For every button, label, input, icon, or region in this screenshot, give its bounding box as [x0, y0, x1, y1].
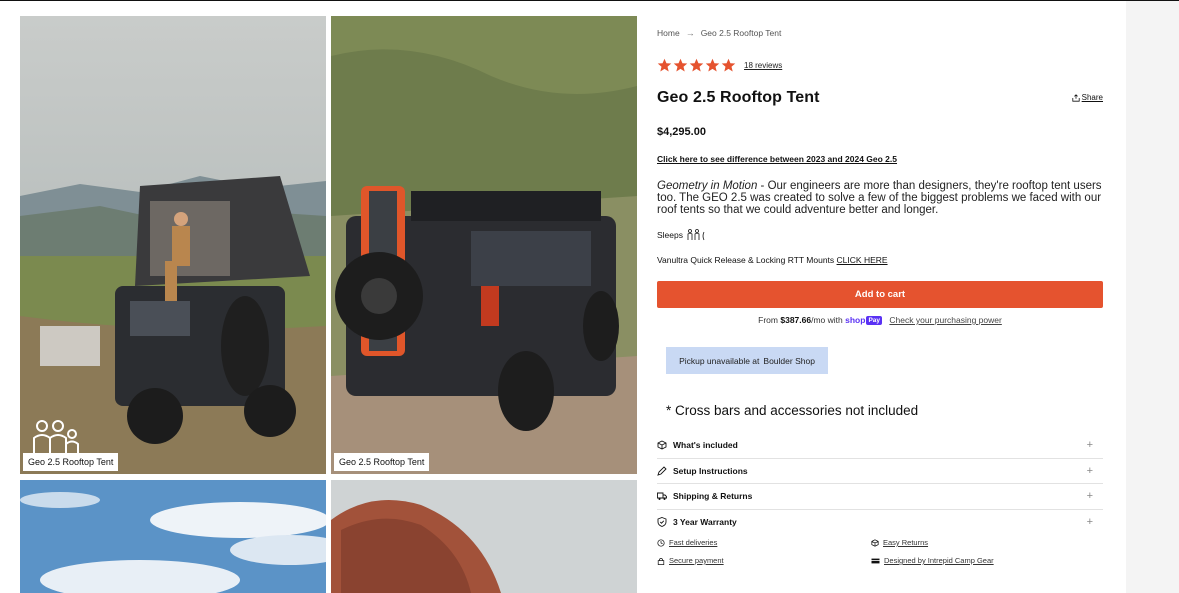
feature-label: Fast deliveries — [669, 538, 718, 547]
feature-easy-returns[interactable]: Easy Returns — [871, 538, 928, 547]
star-rating — [657, 58, 736, 73]
suv-rear-photo — [331, 16, 637, 474]
sky-photo — [20, 480, 326, 593]
share-button[interactable]: Share — [1072, 93, 1103, 102]
finance-suffix: /mo with — [811, 315, 843, 325]
shop-pay-logo: shop Pay — [845, 315, 883, 325]
share-icon — [1072, 93, 1080, 102]
shop-pay-word: shop — [845, 315, 866, 325]
mounts-link[interactable]: CLICK HERE — [837, 255, 888, 265]
accordion-label: Setup Instructions — [673, 465, 748, 476]
shop-pay-badge: Pay — [866, 316, 883, 325]
gallery-image-3[interactable] — [20, 480, 326, 593]
rating-summary: 18 reviews — [657, 58, 782, 73]
breadcrumb-current: Geo 2.5 Rooftop Tent — [700, 28, 782, 38]
box-icon — [657, 440, 667, 450]
feature-label: Designed by Intrepid Camp Gear — [884, 556, 994, 565]
product-accordion: What's included + Setup Instructions + S… — [657, 433, 1103, 535]
star-icon — [657, 58, 672, 72]
plus-icon: + — [1086, 464, 1093, 477]
pickup-availability: Pickup unavailable at Boulder Shop — [666, 347, 828, 374]
sleeps-label: Sleeps — [657, 230, 683, 240]
gallery-image-2[interactable]: Geo 2.5 Rooftop Tent — [331, 16, 637, 474]
plus-icon: + — [1086, 516, 1093, 529]
star-icon — [721, 58, 736, 72]
accordion-label: What's included — [673, 440, 738, 451]
gallery-caption: Geo 2.5 Rooftop Tent — [334, 453, 430, 471]
breadcrumb-home[interactable]: Home — [657, 28, 680, 38]
star-icon — [689, 58, 704, 72]
finance-amount: $387.66 — [780, 315, 812, 325]
pencil-icon — [657, 466, 667, 476]
feature-secure-payment[interactable]: Secure payment — [657, 556, 724, 565]
feature-fast-deliveries[interactable]: Fast deliveries — [657, 538, 717, 547]
rock-photo — [331, 480, 637, 593]
product-title: Geo 2.5 Rooftop Tent — [657, 89, 820, 106]
check-purchasing-power-link[interactable]: Check your purchasing power — [889, 315, 1001, 325]
reviews-link[interactable]: 18 reviews — [744, 61, 782, 70]
accordion-shipping-returns[interactable]: Shipping & Returns + — [657, 484, 1103, 510]
star-icon — [673, 58, 688, 72]
mounts-info: Vanultra Quick Release & Locking RTT Mou… — [657, 255, 888, 265]
installments-info: From $387.66/mo with shop Pay Check your … — [657, 315, 1103, 325]
pickup-store: Boulder Shop — [763, 355, 815, 366]
tent-on-suv-photo — [20, 16, 326, 474]
gallery-image-4[interactable] — [331, 480, 637, 593]
description-lead: Geometry in Motion — [657, 180, 758, 192]
box-icon — [871, 538, 879, 547]
breadcrumb: Home → Geo 2.5 Rooftop Tent — [657, 28, 781, 38]
difference-link[interactable]: Click here to see difference between 202… — [657, 154, 897, 164]
truck-icon — [657, 491, 667, 501]
flag-icon — [871, 558, 880, 563]
page-right-gutter — [1126, 1, 1179, 593]
gallery-image-1[interactable]: Geo 2.5 Rooftop Tent — [20, 16, 326, 474]
arrow-right-icon: → — [685, 28, 695, 38]
lock-icon — [657, 557, 665, 565]
accordion-warranty[interactable]: 3 Year Warranty + — [657, 510, 1103, 536]
feature-label: Easy Returns — [883, 538, 929, 547]
top-border — [0, 0, 1179, 1]
accordion-label: 3 Year Warranty — [673, 517, 737, 528]
accordion-label: Shipping & Returns — [673, 491, 753, 502]
plus-icon: + — [1086, 490, 1093, 503]
accordion-setup-instructions[interactable]: Setup Instructions + — [657, 459, 1103, 484]
accessories-note: * Cross bars and accessories not include… — [666, 403, 919, 418]
feature-designed-by[interactable]: Designed by Intrepid Camp Gear — [871, 556, 994, 565]
pickup-text: Pickup unavailable at — [679, 355, 760, 366]
product-description: Geometry in Motion - Our engineers are m… — [657, 180, 1103, 216]
sleeps-row: Sleeps — [657, 229, 708, 241]
product-gallery: Geo 2.5 Rooftop Tent Geo 2.5 Rooftop Ten… — [20, 16, 637, 593]
feature-label: Secure payment — [669, 556, 724, 565]
share-label: Share — [1081, 93, 1103, 102]
finance-prefix: From — [758, 315, 778, 325]
product-price: $4,295.00 — [657, 126, 706, 138]
mounts-text: Vanultra Quick Release & Locking RTT Mou… — [657, 255, 835, 265]
people-icon — [687, 229, 705, 241]
gallery-caption: Geo 2.5 Rooftop Tent — [23, 453, 119, 471]
shield-icon — [657, 517, 667, 528]
star-icon — [705, 58, 720, 72]
accordion-whats-included[interactable]: What's included + — [657, 433, 1103, 459]
add-to-cart-button[interactable]: Add to cart — [657, 281, 1103, 308]
clock-icon — [657, 538, 665, 547]
plus-icon: + — [1086, 439, 1093, 452]
